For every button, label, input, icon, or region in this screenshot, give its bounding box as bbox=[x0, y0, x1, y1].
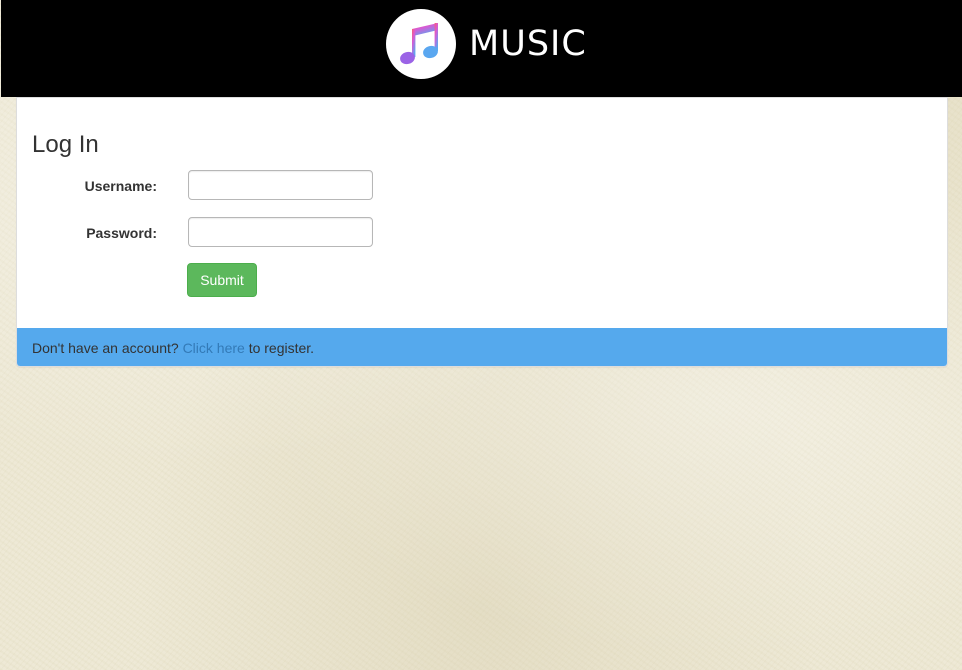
login-panel: Log In Username: Password: Submit Don't … bbox=[16, 97, 948, 367]
password-label: Password: bbox=[86, 225, 157, 241]
username-label: Username: bbox=[84, 178, 157, 194]
site-header: MUSIC bbox=[1, 0, 962, 97]
register-prefix-text: Don't have an account? bbox=[32, 340, 179, 356]
music-note-icon bbox=[386, 9, 456, 79]
password-field[interactable] bbox=[188, 217, 373, 247]
register-suffix-text: to register. bbox=[248, 340, 315, 356]
register-link[interactable]: Click here bbox=[183, 340, 245, 356]
register-prompt: Don't have an account? Click here to reg… bbox=[17, 328, 947, 366]
brand-name: MUSIC bbox=[469, 23, 587, 64]
brand[interactable]: MUSIC bbox=[386, 9, 587, 79]
submit-button[interactable]: Submit bbox=[187, 263, 257, 297]
username-field[interactable] bbox=[188, 170, 373, 200]
page-title: Log In bbox=[32, 131, 99, 158]
